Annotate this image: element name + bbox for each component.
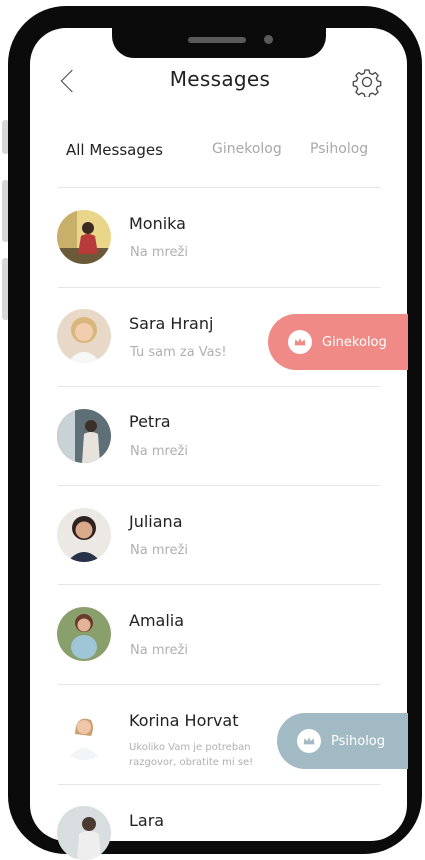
divider (58, 584, 381, 585)
avatar (57, 409, 111, 463)
crown-icon (297, 729, 321, 753)
settings-button[interactable] (352, 67, 382, 99)
divider (58, 485, 381, 486)
avatar (57, 309, 111, 363)
tab-ginekolog[interactable]: Ginekolog (212, 141, 282, 157)
contact-name: Petra (129, 412, 171, 431)
avatar (57, 210, 111, 264)
status-line: razgovor, obratite mi se! (129, 757, 254, 768)
avatar (57, 508, 111, 562)
divider (58, 287, 381, 288)
back-button[interactable] (56, 64, 84, 98)
contact-name: Juliana (129, 512, 183, 531)
psiholog-badge[interactable]: Psiholog (277, 713, 408, 769)
contact-status: Tu sam za Vas! (130, 345, 227, 360)
gear-icon (352, 69, 382, 99)
divider (58, 187, 381, 188)
tab-all-messages[interactable]: All Messages (66, 141, 163, 159)
tab-psiholog[interactable]: Psiholog (310, 141, 368, 157)
contact-status: Ukoliko Vam je potreban razgovor, obrati… (129, 740, 253, 770)
divider (58, 784, 381, 785)
ginekolog-badge[interactable]: Ginekolog (268, 314, 408, 370)
contact-name: Korina Horvat (129, 711, 239, 730)
crown-icon (288, 330, 312, 354)
contact-name: Amalia (129, 611, 185, 630)
contact-status: Na mreži (130, 543, 188, 558)
contact-name: Lara (129, 811, 165, 830)
contact-name: Monika (129, 214, 186, 233)
contact-status: Na mreži (130, 245, 188, 260)
contact-name: Sara Hranj (129, 314, 214, 333)
notch (112, 28, 326, 58)
divider (58, 684, 381, 685)
badge-label: Psiholog (331, 733, 386, 749)
divider (58, 386, 381, 387)
speaker (188, 37, 246, 43)
avatar (57, 607, 111, 661)
avatar (57, 806, 111, 860)
contact-status: Na mreži (130, 643, 188, 658)
front-camera (264, 35, 273, 44)
badge-label: Ginekolog (322, 334, 387, 350)
contact-status: Na mreži (130, 444, 188, 459)
page-title: Messages (169, 67, 271, 91)
status-line: Ukoliko Vam je potreban (129, 742, 251, 753)
avatar (57, 706, 111, 760)
chevron-left-icon (60, 69, 84, 93)
